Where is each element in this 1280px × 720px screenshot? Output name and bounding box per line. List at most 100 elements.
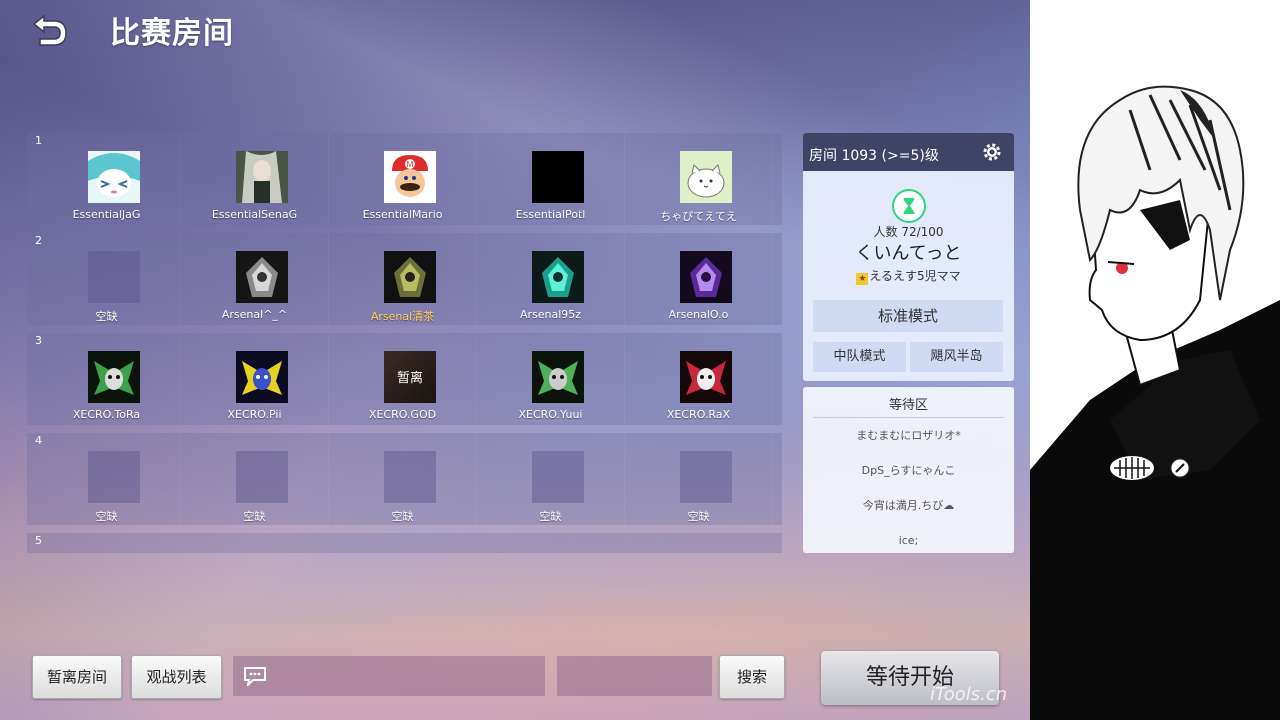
player-name: EssentialMario (362, 208, 443, 221)
player-name: Arsenal^_^ (221, 308, 288, 321)
player-slot[interactable]: XECRO.ToRa (33, 333, 181, 425)
svg-text:M: M (407, 160, 414, 169)
team-row: 4 空缺 空缺 空缺 空缺 空缺 (27, 433, 782, 525)
player-slot[interactable]: ArsenalO.o (625, 233, 773, 325)
player-slot[interactable]: EssentialJaG (33, 133, 181, 225)
waiting-area-title: 等待区 (813, 394, 1004, 418)
map-button[interactable]: 飓风半岛 (910, 342, 1003, 372)
player-slot[interactable]: Arsenal95z (477, 233, 625, 325)
player-avatar (532, 351, 584, 403)
room-title: 房间 1093 (>=5)级 (809, 148, 939, 164)
room-info-panel: 房间 1093 (>=5)级 人数 72/100 くいんてっと ★ えるえす5児マ… (803, 133, 1014, 381)
player-slot[interactable]: 暂离 XECRO.GOD (329, 333, 477, 425)
waiting-player[interactable]: ice; (803, 534, 1014, 547)
player-slot[interactable]: Arsenal清茶 (329, 233, 477, 325)
player-name: Arsenal95z (519, 308, 582, 321)
spectator-list-button[interactable]: 观战列表 (131, 655, 222, 699)
player-name: XECRO.Yuui (518, 408, 583, 421)
room-header: 房间 1093 (>=5)级 (803, 133, 1014, 171)
player-avatar (384, 251, 436, 303)
chat-input[interactable] (233, 656, 545, 696)
player-avatar (88, 151, 140, 203)
player-slot[interactable]: XECRO.Pii (181, 333, 329, 425)
player-name: ちゃぴてえてえ (660, 210, 737, 223)
empty-avatar (88, 251, 140, 303)
player-name: XECRO.Pii (227, 408, 282, 421)
chat-bubble-icon (244, 667, 266, 686)
waiting-area-panel: 等待区 まむまむにロザリオ* DpS_らすにゃんこ 今宵は満月.ちび☁ ice; (803, 387, 1014, 553)
search-button[interactable]: 搜索 (719, 655, 785, 699)
player-avatar (680, 251, 732, 303)
player-slot[interactable]: 空缺 (181, 433, 329, 525)
player-name: Arsenal清茶 (370, 310, 435, 323)
player-name: 空缺 (243, 510, 266, 523)
room-host-subtitle: ★ えるえす5児ママ (803, 267, 1014, 285)
player-avatar (88, 351, 140, 403)
player-slot[interactable]: M EssentialMario (329, 133, 477, 225)
player-name: XECRO.GOD (368, 408, 437, 421)
waiting-player[interactable]: 今宵は満月.ちび☁ (803, 497, 1014, 513)
player-avatar: 暂离 (384, 351, 436, 403)
watermark: iTools.cn (930, 684, 1008, 705)
player-slot[interactable]: ちゃぴてえてえ (625, 133, 773, 225)
star-icon: ★ (856, 273, 869, 285)
count-label: 人数 (873, 225, 898, 239)
player-name: 空缺 (539, 510, 562, 523)
page-title: 比赛房间 (110, 16, 234, 51)
player-slot[interactable]: EssentialSenaG (181, 133, 329, 225)
back-arrow-icon[interactable] (26, 12, 70, 48)
search-input[interactable] (557, 656, 712, 696)
avatar-text: 暂离 (396, 371, 423, 386)
waiting-player[interactable]: まむまむにロザリオ* (803, 427, 1014, 443)
player-name: 空缺 (391, 510, 414, 523)
anime-character-illustration (1030, 0, 1280, 720)
player-name: 空缺 (687, 510, 710, 523)
player-slot[interactable]: EssentialPotl (477, 133, 625, 225)
player-avatar (532, 151, 584, 203)
player-avatar (236, 151, 288, 203)
player-slot[interactable]: XECRO.Yuui (477, 333, 625, 425)
room-host-name: くいんてっと (855, 243, 962, 264)
team-row: 2 空缺 Arsenal^_^ Arsenal清茶 Arsenal95z Ars… (27, 233, 782, 325)
player-avatar (236, 251, 288, 303)
empty-avatar (236, 451, 288, 503)
player-avatar (680, 151, 732, 203)
mode-button[interactable]: 标准模式 (813, 300, 1003, 332)
streamer-overlay-art (1030, 0, 1280, 720)
room-sub-text: えるえす5児ママ (869, 269, 961, 283)
player-name: EssentialJaG (72, 208, 141, 221)
count-value: 72/100 (901, 225, 944, 239)
empty-avatar (532, 451, 584, 503)
player-avatar (236, 351, 288, 403)
game-screen: 比赛房间 1 EssentialJaG EssentialSenaG M Ess… (0, 0, 1030, 720)
hourglass-icon (892, 189, 926, 223)
room-player-count: 人数 72/100 (803, 223, 1014, 240)
team-mode-button[interactable]: 中队模式 (813, 342, 906, 372)
player-avatar (680, 351, 732, 403)
player-avatar: M (384, 151, 436, 203)
empty-avatar (384, 451, 436, 503)
team-row: 1 EssentialJaG EssentialSenaG M Essentia… (27, 133, 782, 225)
player-slot[interactable]: XECRO.RaX (625, 333, 773, 425)
player-slot[interactable]: 空缺 (33, 233, 181, 325)
waiting-player[interactable]: DpS_らすにゃんこ (803, 462, 1014, 478)
player-slot[interactable]: Arsenal^_^ (181, 233, 329, 325)
empty-avatar (680, 451, 732, 503)
player-slot[interactable]: 空缺 (329, 433, 477, 525)
empty-avatar (88, 451, 140, 503)
team-list: 1 EssentialJaG EssentialSenaG M Essentia… (27, 133, 782, 553)
player-slot[interactable]: 空缺 (625, 433, 773, 525)
player-name: EssentialSenaG (211, 208, 298, 221)
player-avatar (532, 251, 584, 303)
team-row: 3 XECRO.ToRa XECRO.Pii 暂离 XECRO.GOD XECR… (27, 333, 782, 425)
player-name: XECRO.RaX (666, 408, 731, 421)
player-name: 空缺 (95, 310, 118, 323)
player-name: XECRO.ToRa (72, 408, 141, 421)
gear-icon[interactable] (982, 142, 1002, 162)
team-number: 5 (35, 534, 42, 547)
player-name: ArsenalO.o (668, 308, 729, 321)
player-slot[interactable]: 空缺 (477, 433, 625, 525)
team-row: 5 (27, 533, 782, 553)
player-slot[interactable]: 空缺 (33, 433, 181, 525)
leave-room-button[interactable]: 暂离房间 (32, 655, 122, 699)
